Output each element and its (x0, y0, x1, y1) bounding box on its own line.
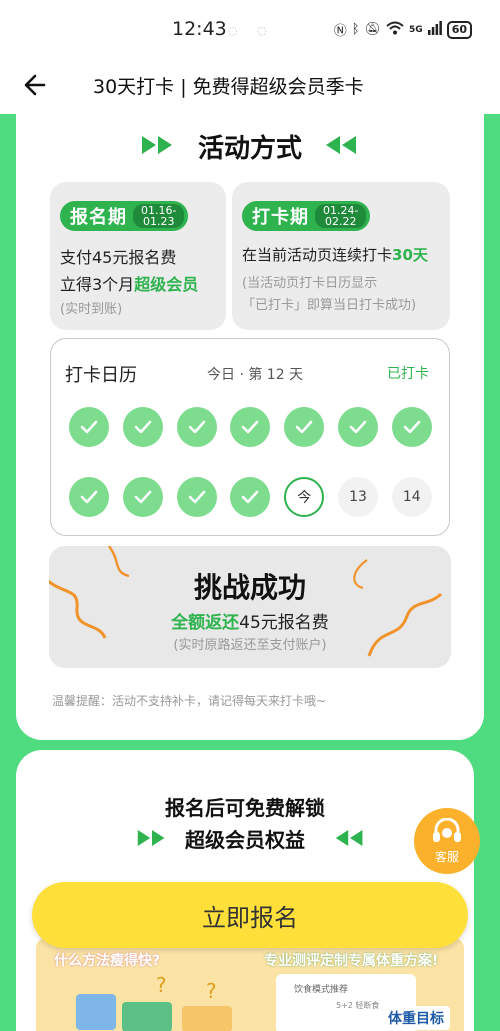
checkin-period-box: 打卡期 01.24- 02.22 在当前活动页连续打卡30天 (当活动页打卡日历… (232, 182, 450, 330)
calendar-day-checked (122, 407, 163, 447)
calendar-day-checked (230, 477, 271, 517)
challenge-success-box: 挑战成功 全额返还45元报名费 (实时原路返还至支付账户) (49, 546, 451, 668)
nfc-icon: Ⓝ (333, 24, 347, 39)
check-icon (80, 420, 98, 434)
promo-slogan: 专业测评定制专属体重方案! (264, 953, 439, 969)
nav-bar: 30天打卡 | 免费得超级会员季卡 (0, 58, 500, 114)
success-subtitle: 全额返还45元报名费 (49, 608, 451, 633)
svg-text:?: ? (156, 976, 167, 997)
calendar-day-checked (176, 477, 217, 517)
calendar-day-info: 今日 · 第 12 天 (207, 367, 304, 383)
checkin-period-badge: 打卡期 01.24- 02.22 (242, 201, 371, 231)
check-icon (295, 420, 313, 434)
calendar-day-checked (122, 477, 163, 517)
checkin-period-label: 打卡期 (252, 207, 309, 228)
check-icon (242, 420, 259, 434)
wifi-icon (386, 21, 404, 39)
calendar-day-checked (176, 407, 217, 447)
network-type: 5G (409, 24, 423, 35)
check-icon (80, 490, 98, 504)
check-icon (349, 420, 367, 434)
checkin-calendar: 打卡日历 今日 · 第 12 天 已打卡 今 13 14 (50, 338, 450, 536)
calendar-day-checked (69, 407, 109, 447)
calendar-day-checked (69, 477, 109, 517)
calendar-status: 已打卡 (387, 366, 429, 382)
calendar-day-checked (338, 407, 378, 447)
bluetooth-icon: ᛒ (351, 22, 360, 37)
headset-icon (433, 818, 461, 842)
checkin-note-1: (当活动页打卡日历显示 (242, 276, 378, 291)
benefits-line-2: 超级会员权益 (185, 828, 305, 852)
signup-reward-prefix: 立得3个月 (60, 275, 135, 294)
checkin-rule-prefix: 在当前活动页连续打卡 (242, 246, 393, 264)
calendar-day-today: 今 (284, 477, 325, 517)
checkin-date-end: 02.22 (324, 215, 357, 228)
battery-icon: 60 (446, 20, 472, 39)
signup-date-end: 01.23 (142, 215, 175, 228)
checkin-rule-highlight: 30天 (392, 246, 428, 264)
signup-reward-highlight: 超级会员 (134, 275, 199, 294)
success-note: (实时原路返还至支付账户) (173, 638, 327, 653)
promo-question: 什么方法瘦得快? (54, 953, 161, 969)
back-button[interactable] (20, 70, 54, 100)
promo-card-title: 饮食模式推荐 (294, 985, 349, 995)
notification-icons: ◌ ◌ (228, 24, 275, 37)
success-rest: 45元报名费 (239, 613, 329, 633)
calendar-day-future: 13 (338, 477, 378, 517)
weight-target-tag: 体重目标 (382, 1006, 450, 1030)
check-icon (134, 420, 152, 434)
promo-card-option: 5+2 轻断食 (336, 1001, 380, 1010)
checkin-period-dates: 01.24- 02.22 (315, 204, 367, 228)
status-icons: Ⓝ ᛒ 🔕︎ 5G 60 (334, 20, 472, 39)
check-icon (188, 420, 205, 434)
checkin-rule-text: 在当前活动页连续打卡30天 (242, 244, 428, 265)
signup-now-button[interactable]: 立即报名 (32, 882, 468, 948)
reminder-text: 温馨提醒：活动不支持补卡，请记得每天来打卡哦~ (52, 694, 327, 708)
status-bar: 12:43 ◌ ◌ Ⓝ ᛒ 🔕︎ 5G 60 (0, 0, 500, 58)
success-highlight: 全额返还 (171, 613, 240, 633)
double-arrow-left-icon (326, 136, 358, 154)
checkin-note-2: 「已打卡」即算当日打卡成功) (242, 298, 417, 313)
check-icon (242, 490, 259, 504)
calendar-day-checked (391, 407, 432, 447)
status-time: 12:43 (172, 18, 227, 40)
signup-note: (实时到账) (60, 302, 123, 317)
check-icon (403, 420, 421, 434)
signup-period-badge: 报名期 01.16- 01.23 (60, 201, 189, 231)
signup-period-box: 报名期 01.16- 01.23 支付45元报名费 立得3个月超级会员 (实时到… (50, 182, 226, 330)
activity-card: 活动方式 报名期 01.16- 01.23 支付45元报名费 立得3个月超级会员… (16, 114, 484, 740)
calendar-day-label: 13 (349, 489, 367, 505)
activity-heading: 活动方式 (197, 134, 302, 164)
signup-reward-text: 立得3个月超级会员 (60, 271, 198, 295)
customer-service-button[interactable]: 客服 (414, 808, 480, 874)
signup-fee-text: 支付45元报名费 (60, 248, 177, 267)
calendar-day-checked (230, 407, 271, 447)
page-title: 30天打卡 | 免费得超级会员季卡 (93, 76, 364, 98)
promo-banner[interactable]: 什么方法瘦得快? 专业测评定制专属体重方案! ? ? 饮食模式推荐 5+2 轻断… (36, 938, 464, 1031)
signup-period-label: 报名期 (70, 207, 127, 228)
customer-service-label: 客服 (434, 850, 459, 864)
check-icon (134, 490, 152, 504)
double-arrow-left-icon (334, 830, 366, 846)
calendar-day-future: 14 (391, 477, 432, 517)
calendar-day-label: 14 (402, 489, 421, 505)
check-icon (188, 490, 205, 504)
signal-icon (427, 20, 442, 39)
arrow-left-icon (24, 74, 46, 96)
signup-period-dates: 01.16- 01.23 (133, 204, 185, 228)
calendar-title: 打卡日历 (65, 365, 137, 386)
promo-illustration-icon: ? ? (76, 976, 232, 1031)
calendar-day-label: 今 (297, 490, 312, 506)
mute-icon: 🔕︎ (364, 22, 382, 37)
calendar-day-checked (284, 407, 325, 447)
benefits-line-1: 报名后可免费解锁 (165, 796, 325, 820)
svg-text:?: ? (206, 979, 217, 1003)
success-title: 挑战成功 (193, 571, 306, 604)
